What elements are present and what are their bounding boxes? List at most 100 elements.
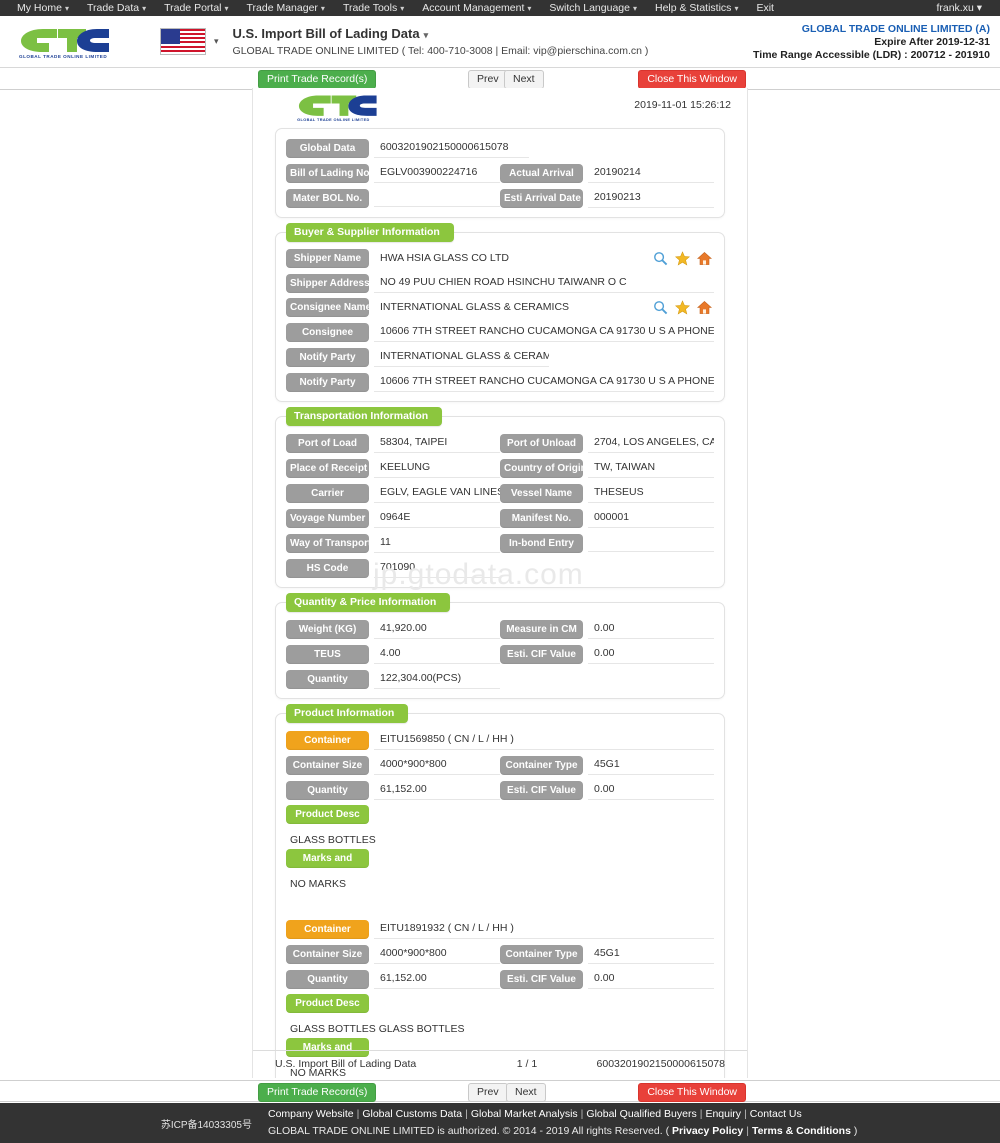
field-row-bill-of-lading: Bill of Lading No. EGLV003900224716 Actu… — [286, 163, 714, 183]
field-row-shipper-address: Shipper Address NO 49 PUU CHIEN ROAD HSI… — [286, 273, 714, 293]
nav-item-trade-tools[interactable]: Trade Tools ▾ — [334, 0, 413, 17]
close-window-button[interactable]: Close This Window — [638, 70, 746, 89]
value-vessel-name[interactable]: THESEUS — [588, 483, 714, 503]
value-voyage-number[interactable]: 0964E — [374, 508, 500, 528]
label-container: Container — [286, 730, 369, 750]
page-title[interactable]: U.S. Import Bill of Lading Data ▾ — [233, 25, 649, 44]
value-esti-cif-value[interactable]: 0.00 — [588, 644, 714, 664]
document-footer-title: U.S. Import Bill of Lading Data — [275, 1058, 417, 1070]
field-row-weight: Weight (KG) 41,920.00 Measure in CM 0.00 — [286, 619, 714, 639]
value-esti-cif-value[interactable]: 0.00 — [588, 969, 714, 989]
footer-link-global-customs-data[interactable]: Global Customs Data — [362, 1108, 462, 1120]
footer-link-privacy-policy[interactable]: Privacy Policy — [672, 1125, 743, 1137]
label-actual-arrival: Actual Arrival — [500, 163, 583, 183]
field-row-container-size: Container Size 4000*900*800 Container Typ… — [286, 944, 714, 964]
star-icon[interactable] — [675, 251, 690, 266]
value-product-desc: GLASS BOTTLES GLASS BOTTLES — [290, 1023, 465, 1035]
nav-label: Trade Portal — [164, 1, 222, 14]
footer-link-global-market-analysis[interactable]: Global Market Analysis — [471, 1108, 578, 1120]
value-way-of-transport[interactable]: 11 — [374, 533, 500, 553]
value-weight-kg[interactable]: 41,920.00 — [374, 619, 500, 639]
value-consignee[interactable]: 10606 7TH STREET RANCHO CUCAMONGA CA 917… — [374, 322, 714, 342]
nav-item-exit[interactable]: Exit — [747, 0, 783, 16]
value-measure-in-cm[interactable]: 0.00 — [588, 619, 714, 639]
value-container[interactable]: EITU1891932 ( CN / L / HH ) — [374, 919, 714, 939]
value-esti-arrival-date[interactable]: 20190213 — [588, 188, 714, 208]
quantity-price-card: Quantity & Price Information Weight (KG)… — [275, 593, 725, 699]
home-icon[interactable] — [697, 251, 712, 266]
footer-link-enquiry[interactable]: Enquiry — [705, 1108, 741, 1120]
value-notify-party-1[interactable]: INTERNATIONAL GLASS & CERAMICS — [374, 347, 549, 367]
site-logo[interactable]: GLOBAL TRADE ONLINE LIMITED — [8, 22, 118, 62]
value-bill-of-lading-no[interactable]: EGLV003900224716 — [374, 163, 500, 183]
buyer-supplier-card: Buyer & Supplier Information Shipper Nam… — [275, 223, 725, 402]
label-carrier: Carrier — [286, 483, 369, 503]
value-port-of-unload[interactable]: 2704, LOS ANGELES, CA — [588, 433, 714, 453]
value-quantity[interactable]: 61,152.00 — [374, 780, 500, 800]
value-container-size[interactable]: 4000*900*800 — [374, 755, 500, 775]
value-shipper-address[interactable]: NO 49 PUU CHIEN ROAD HSINCHU TAIWANR O C — [374, 273, 714, 293]
account-info-block: GLOBAL TRADE ONLINE LIMITED (A) Expire A… — [753, 23, 990, 62]
next-button[interactable]: Next — [504, 70, 544, 89]
nav-item-my-home[interactable]: My Home ▾ — [8, 0, 78, 17]
value-teus[interactable]: 4.00 — [374, 644, 500, 664]
print-trade-records-button-bottom[interactable]: Print Trade Record(s) — [258, 1083, 377, 1102]
value-global-data[interactable]: 6003201902150000615078 — [374, 138, 529, 158]
print-trade-records-button[interactable]: Print Trade Record(s) — [258, 70, 377, 89]
label-container-size: Container Size — [286, 755, 369, 775]
star-icon[interactable] — [675, 300, 690, 315]
field-row-container: Container EITU1891932 ( CN / L / HH ) — [286, 919, 714, 939]
prev-button[interactable]: Prev — [468, 70, 508, 89]
page-title-block: U.S. Import Bill of Lading Data ▾ GLOBAL … — [233, 25, 649, 59]
footer-link-company-website[interactable]: Company Website — [268, 1108, 354, 1120]
value-esti-cif-value[interactable]: 0.00 — [588, 780, 714, 800]
transportation-card: Transportation Information Port of Load 5… — [275, 407, 725, 588]
page-footer: 苏ICP备14033305号 Company Website | Global Cu… — [0, 1103, 1000, 1143]
field-row-master-bol: Mater BOL No. Esti Arrival Date 20190213 — [286, 188, 714, 208]
value-place-of-receipt[interactable]: KEELUNG — [374, 458, 500, 478]
nav-item-switch-language[interactable]: Switch Language ▾ — [540, 0, 646, 17]
country-flag-selector[interactable]: ▾ — [160, 28, 219, 55]
account-name[interactable]: GLOBAL TRADE ONLINE LIMITED (A) — [753, 23, 990, 36]
value-manifest-no[interactable]: 000001 — [588, 508, 714, 528]
value-notify-party-2[interactable]: 10606 7TH STREET RANCHO CUCAMONGA CA 917… — [374, 372, 714, 392]
nav-item-trade-manager[interactable]: Trade Manager ▾ — [238, 0, 334, 17]
value-actual-arrival[interactable]: 20190214 — [588, 163, 714, 183]
value-container-type[interactable]: 45G1 — [588, 944, 714, 964]
value-consignee-name[interactable]: INTERNATIONAL GLASS & CERAMICS — [374, 298, 647, 317]
value-master-bol-no[interactable] — [374, 189, 500, 207]
chevron-down-icon[interactable]: ▾ — [214, 36, 219, 47]
separator: | — [744, 1108, 747, 1120]
close-window-button-bottom[interactable]: Close This Window — [638, 1083, 746, 1102]
nav-item-account-management[interactable]: Account Management ▾ — [413, 0, 540, 17]
footer-link-terms-conditions[interactable]: Terms & Conditions — [752, 1125, 851, 1137]
value-container[interactable]: EITU1569850 ( CN / L / HH ) — [374, 730, 714, 750]
nav-item-trade-portal[interactable]: Trade Portal ▾ — [155, 0, 237, 17]
nav-item-help-statistics[interactable]: Help & Statistics ▾ — [646, 0, 747, 17]
user-menu[interactable]: frank.xu ▾ — [936, 2, 992, 14]
value-in-bond-entry[interactable] — [588, 534, 714, 552]
home-icon[interactable] — [697, 300, 712, 315]
next-button-bottom[interactable]: Next — [506, 1083, 546, 1102]
copyright-close-paren: ) — [853, 1125, 858, 1137]
section-title-quantity-price: Quantity & Price Information — [286, 593, 451, 612]
nav-label: Trade Manager — [246, 1, 318, 14]
search-icon[interactable] — [653, 300, 668, 315]
footer-link-global-qualified-buyers[interactable]: Global Qualified Buyers — [586, 1108, 696, 1120]
value-hs-code[interactable]: 701090 — [374, 558, 500, 578]
value-country-of-origin[interactable]: TW, TAIWAN — [588, 458, 714, 478]
value-product-desc: GLASS BOTTLES — [290, 834, 376, 846]
label-esti-cif-value: Esti. CIF Value — [500, 969, 583, 989]
value-quantity[interactable]: 61,152.00 — [374, 969, 500, 989]
value-container-size[interactable]: 4000*900*800 — [374, 944, 500, 964]
value-port-of-load[interactable]: 58304, TAIPEI — [374, 433, 500, 453]
value-shipper-name[interactable]: HWA HSIA GLASS CO LTD — [374, 249, 647, 268]
value-quantity[interactable]: 122,304.00(PCS) — [374, 669, 500, 689]
search-icon[interactable] — [653, 251, 668, 266]
value-container-type[interactable]: 45G1 — [588, 755, 714, 775]
nav-item-trade-data[interactable]: Trade Data ▾ — [78, 0, 155, 17]
prev-button-bottom[interactable]: Prev — [468, 1083, 508, 1102]
value-carrier[interactable]: EGLV, EAGLE VAN LINES INC — [374, 483, 500, 503]
field-row-quantity: Quantity 122,304.00(PCS) — [286, 669, 714, 689]
footer-link-contact-us[interactable]: Contact Us — [750, 1108, 802, 1120]
